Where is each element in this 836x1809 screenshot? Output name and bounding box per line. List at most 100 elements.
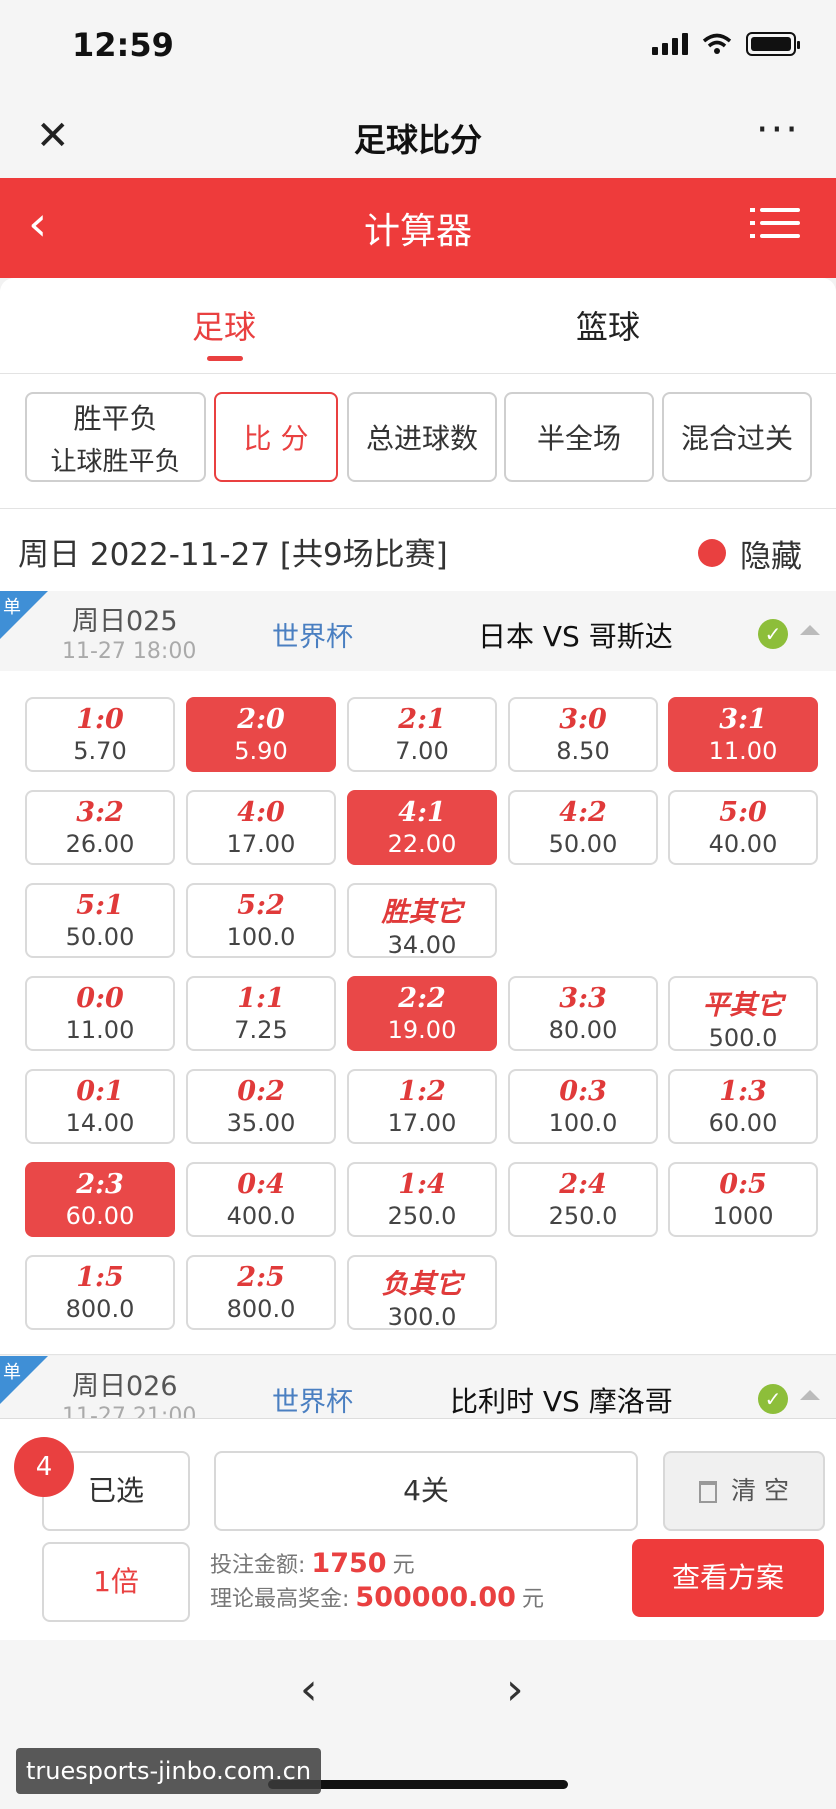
play-type-score[interactable]: 比 分 (214, 392, 338, 482)
bet-amount-line: 投注金额: 1750 元 (210, 1547, 415, 1579)
score-odds-cell[interactable]: 胜其它 34.00 (347, 883, 497, 959)
odds-value: 7.25 (234, 1016, 288, 1044)
play-type-label: 胜平负 (73, 401, 158, 435)
score-odds-cell[interactable]: 4:2 50.00 (508, 790, 658, 865)
score-odds-cell[interactable]: 3:1 11.00 (668, 697, 818, 772)
odds-value: 100.0 (226, 923, 296, 951)
play-type-win-draw-lose[interactable]: 胜平负 让球胜平负 (25, 392, 206, 482)
score-label: 0:1 (76, 1076, 124, 1107)
score-odds-cell[interactable]: 1:0 5.70 (25, 697, 175, 772)
status-time: 12:59 (72, 26, 174, 64)
collapse-caret-icon[interactable] (800, 625, 820, 635)
score-odds-cell[interactable]: 2:3 60.00 (25, 1162, 175, 1237)
multiplier-value: 1倍 (93, 1565, 139, 1598)
odds-value: 250.0 (548, 1202, 618, 1230)
view-plan-button[interactable]: 查看方案 (632, 1539, 824, 1617)
match-teams: 日本 VS 哥斯达 (478, 620, 673, 653)
score-odds-cell[interactable]: 0:2 35.00 (186, 1069, 336, 1144)
league-name: 世界杯 (272, 622, 353, 653)
max-prize-unit: 元 (521, 1587, 544, 1612)
hide-toggle-dot[interactable] (698, 539, 726, 567)
match-header[interactable]: 单 周日026 11-27 21:00 世界杯 比利时 VS 摩洛哥 ✓ (0, 1356, 836, 1418)
bet-amount-value: 1750 (311, 1548, 387, 1579)
score-label: 0:0 (76, 983, 124, 1014)
match-header[interactable]: 单 周日025 11-27 18:00 世界杯 日本 VS 哥斯达 ✓ (0, 591, 836, 671)
score-odds-cell[interactable]: 负其它 300.0 (347, 1255, 497, 1331)
calculator-header: ‹ 计算器 (0, 178, 836, 278)
score-label: 5:2 (237, 890, 285, 921)
score-odds-cell[interactable]: 5:1 50.00 (25, 883, 175, 958)
odds-value: 5.90 (234, 737, 288, 765)
odds-value: 80.00 (548, 1016, 618, 1044)
play-type-total-goals[interactable]: 总进球数 (347, 392, 497, 482)
score-label: 5:1 (76, 890, 124, 921)
pass-type-select[interactable]: 4关 (214, 1451, 638, 1531)
more-icon[interactable]: ··· (756, 107, 800, 153)
score-odds-cell[interactable]: 1:2 17.00 (347, 1069, 497, 1144)
score-label: 0:5 (719, 1169, 767, 1200)
score-odds-cell[interactable]: 平其它 500.0 (668, 976, 818, 1052)
signal-icon (652, 33, 688, 55)
score-odds-cell[interactable]: 1:3 60.00 (668, 1069, 818, 1144)
play-type-label: 比 分 (243, 422, 309, 455)
odds-value: 60.00 (708, 1109, 778, 1137)
hide-button[interactable]: 隐藏 (740, 531, 802, 576)
status-bar: 12:59 (0, 0, 836, 95)
score-odds-cell[interactable]: 0:3 100.0 (508, 1069, 658, 1144)
list-menu-icon[interactable] (750, 208, 800, 247)
score-odds-cell[interactable]: 3:0 8.50 (508, 697, 658, 772)
score-odds-cell[interactable]: 4:1 22.00 (347, 790, 497, 865)
play-type-label: 半全场 (536, 422, 621, 455)
play-type-half-full[interactable]: 半全场 (504, 392, 654, 482)
odds-value: 800.0 (65, 1295, 135, 1323)
tab-basketball[interactable]: 篮球 (576, 302, 640, 348)
match-teams: 比利时 VS 摩洛哥 (450, 1385, 673, 1418)
odds-value: 19.00 (387, 1016, 457, 1044)
score-odds-cell[interactable]: 2:2 19.00 (347, 976, 497, 1051)
page-title: 足球比分 (353, 121, 482, 159)
app-title-bar: ✕ 足球比分 ··· (0, 95, 836, 178)
odds-value: 35.00 (226, 1109, 296, 1137)
odds-value: 40.00 (708, 830, 778, 858)
score-odds-cell[interactable]: 2:4 250.0 (508, 1162, 658, 1237)
match-time: 11-27 18:00 (62, 639, 197, 664)
score-label: 2:2 (398, 983, 446, 1014)
nav-forward-icon[interactable]: › (506, 1664, 524, 1715)
odds-value: 50.00 (65, 923, 135, 951)
score-odds-cell[interactable]: 0:1 14.00 (25, 1069, 175, 1144)
score-odds-cell[interactable]: 1:1 7.25 (186, 976, 336, 1051)
score-odds-cell[interactable]: 4:0 17.00 (186, 790, 336, 865)
collapse-caret-icon[interactable] (800, 1390, 820, 1400)
max-prize-line: 理论最高奖金: 500000.00 元 (210, 1581, 544, 1613)
score-odds-cell[interactable]: 2:1 7.00 (347, 697, 497, 772)
score-odds-cell[interactable]: 5:0 40.00 (668, 790, 818, 865)
match-number: 周日025 (72, 606, 178, 637)
battery-icon (746, 32, 800, 56)
score-odds-cell[interactable]: 0:5 1000 (668, 1162, 818, 1237)
score-odds-cell[interactable]: 5:2 100.0 (186, 883, 336, 958)
score-odds-cell[interactable]: 0:4 400.0 (186, 1162, 336, 1237)
max-prize-label: 理论最高奖金: (210, 1587, 350, 1612)
score-label: 2:0 (237, 704, 285, 735)
selected-count-badge: 4 (14, 1437, 74, 1497)
score-odds-cell[interactable]: 2:0 5.90 (186, 697, 336, 772)
odds-value: 17.00 (226, 830, 296, 858)
score-label: 0:3 (559, 1076, 607, 1107)
score-odds-cell[interactable]: 1:5 800.0 (25, 1255, 175, 1330)
multiplier-input[interactable]: 1倍 (42, 1542, 190, 1622)
date-header: 周日 2022-11-27 [共9场比赛] 隐藏 (0, 509, 836, 591)
score-odds-cell[interactable]: 3:2 26.00 (25, 790, 175, 865)
odds-value: 300.0 (387, 1303, 457, 1331)
score-odds-cell[interactable]: 3:3 80.00 (508, 976, 658, 1051)
date-text: 周日 2022-11-27 [共9场比赛] (18, 537, 448, 573)
tab-football[interactable]: 足球 (192, 302, 256, 348)
odds-value: 400.0 (226, 1202, 296, 1230)
odds-value: 500.0 (708, 1024, 778, 1052)
score-odds-cell[interactable]: 0:0 11.00 (25, 976, 175, 1051)
play-type-mixed-parlay[interactable]: 混合过关 (662, 392, 812, 482)
nav-back-icon[interactable]: ‹ (300, 1664, 318, 1715)
clear-button[interactable]: 清 空 (663, 1451, 825, 1531)
score-odds-cell[interactable]: 1:4 250.0 (347, 1162, 497, 1237)
score-odds-cell[interactable]: 2:5 800.0 (186, 1255, 336, 1330)
odds-value: 1000 (712, 1202, 774, 1230)
